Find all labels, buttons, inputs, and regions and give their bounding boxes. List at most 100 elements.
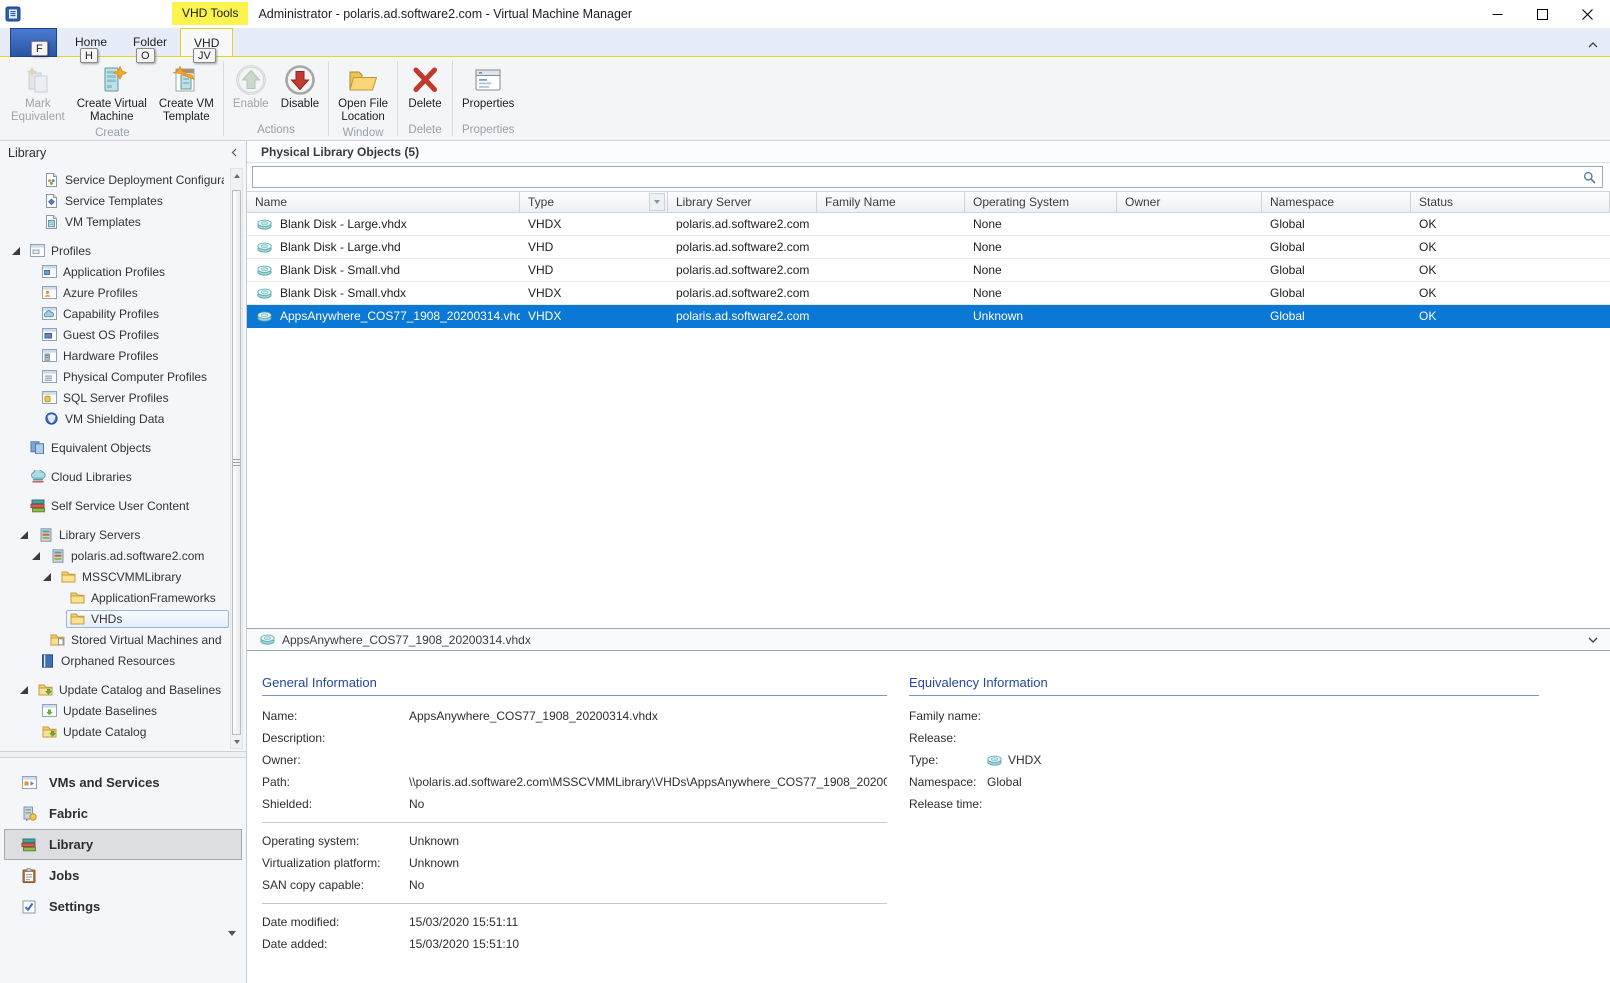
tree-item-equivalent-objects[interactable]: Equivalent Objects <box>0 437 246 458</box>
ribbon-group-create: MarkEquivalentCreate VirtualMachineCreat… <box>4 58 221 140</box>
cell-name: Blank Disk - Small.vhd <box>247 259 520 281</box>
search-input[interactable] <box>252 166 1603 188</box>
tree-item-update-catalog-and-baselines[interactable]: Update Catalog and Baselines <box>0 679 246 700</box>
table-row[interactable]: AppsAnywhere_COS77_1908_20200314.vhdxVHD… <box>247 305 1610 328</box>
nav-item-label: VMs and Services <box>49 775 160 790</box>
tree-item-physical-computer-profiles[interactable]: Physical Computer Profiles <box>0 366 246 387</box>
nav-item-jobs[interactable]: Jobs <box>4 860 242 891</box>
scrollbar-thumb[interactable] <box>232 190 241 735</box>
app-icon[interactable] <box>5 6 21 22</box>
column-header-operating-system[interactable]: Operating System <box>965 192 1117 212</box>
nav-item-settings[interactable]: Settings <box>4 891 242 922</box>
column-header-name[interactable]: Name <box>247 192 520 212</box>
collapse-sidebar-icon[interactable] <box>231 148 237 157</box>
physical-computer-profiles-icon <box>41 370 58 384</box>
mark-equivalent-icon <box>21 61 55 98</box>
tree-item-msscvmmlibrary[interactable]: MSSCVMMLibrary <box>0 566 246 587</box>
field-value: Unknown <box>409 856 887 870</box>
tree-item-hardware-profiles[interactable]: Hardware Profiles <box>0 345 246 366</box>
tree-item-label: SQL Server Profiles <box>63 391 169 405</box>
sidebar-splitter[interactable] <box>0 751 246 758</box>
search-icon[interactable] <box>1583 171 1596 184</box>
minimize-button[interactable] <box>1475 0 1520 28</box>
maximize-button[interactable] <box>1520 0 1565 28</box>
disable-button[interactable]: Disable <box>276 59 324 113</box>
cell-library-server: polaris.ad.software2.com <box>668 282 817 304</box>
expanded-arrow-icon[interactable] <box>32 552 40 560</box>
tree-item-azure-profiles[interactable]: Azure Profiles <box>0 282 246 303</box>
create-virtual-machine-button[interactable]: Create VirtualMachine <box>72 59 152 126</box>
tree-item-label: Profiles <box>51 244 91 258</box>
table-row[interactable]: Blank Disk - Small.vhdxVHDXpolaris.ad.so… <box>247 282 1610 305</box>
tree-item-orphaned-resources[interactable]: Orphaned Resources <box>0 650 246 671</box>
cell-library-server: polaris.ad.software2.com <box>668 213 817 235</box>
scrollbar-track[interactable] <box>231 182 242 190</box>
tree-item-sql-server-profiles[interactable]: SQL Server Profiles <box>0 387 246 408</box>
table-row[interactable]: Blank Disk - Large.vhdVHDpolaris.ad.soft… <box>247 236 1610 259</box>
nav-item-label: Library <box>49 837 93 852</box>
tree-item-update-baselines[interactable]: Update Baselines <box>0 700 246 721</box>
cell-owner <box>1117 282 1262 304</box>
tree-item-application-profiles[interactable]: Application Profiles <box>0 261 246 282</box>
tree-item-vm-templates[interactable]: VM Templates <box>0 211 246 232</box>
cell-namespace: Global <box>1262 259 1411 281</box>
guest-os-profiles-icon <box>41 328 58 342</box>
nav-item-fabric[interactable]: Fabric <box>4 798 242 829</box>
column-header-family-name[interactable]: Family Name <box>817 192 965 212</box>
scroll-up-icon[interactable] <box>231 169 242 182</box>
list-title: Physical Library Objects (5) <box>247 141 1610 163</box>
expanded-arrow-icon[interactable] <box>12 247 20 255</box>
nav-item-library[interactable]: Library <box>4 829 242 860</box>
workspace-overflow-icon[interactable] <box>228 931 236 936</box>
field-label: Operating system: <box>262 834 409 848</box>
column-header-type[interactable]: Type <box>520 192 668 212</box>
azure-profiles-icon <box>41 286 58 300</box>
tree-item-applicationframeworks[interactable]: ApplicationFrameworks <box>0 587 246 608</box>
properties-button[interactable]: Properties <box>457 59 519 113</box>
filter-dropdown-icon[interactable] <box>649 193 665 211</box>
expanded-arrow-icon[interactable] <box>43 573 51 581</box>
tree-item-service-templates[interactable]: Service Templates <box>0 190 246 211</box>
table-row[interactable]: Blank Disk - Large.vhdxVHDXpolaris.ad.so… <box>247 213 1610 236</box>
tree-item-library-servers[interactable]: Library Servers <box>0 524 246 545</box>
create-vm-template-button[interactable]: Create VMTemplate <box>154 59 219 126</box>
cell-namespace: Global <box>1262 236 1411 258</box>
tree-item-vhds[interactable]: VHDs <box>0 608 246 629</box>
open-file-location-button[interactable]: Open FileLocation <box>333 59 393 126</box>
close-button[interactable] <box>1565 0 1610 28</box>
properties-icon <box>471 61 505 98</box>
tree-item-update-catalog[interactable]: Update Catalog <box>0 721 246 742</box>
column-header-namespace[interactable]: Namespace <box>1262 192 1411 212</box>
tree-item-service-deployment-configuratio[interactable]: Service Deployment Configuratio <box>0 169 246 190</box>
tree-item-vm-shielding-data[interactable]: VM Shielding Data <box>0 408 246 429</box>
enable-button: Enable <box>228 59 274 113</box>
search-row <box>247 163 1610 191</box>
scroll-down-icon[interactable] <box>231 735 242 748</box>
column-header-owner[interactable]: Owner <box>1117 192 1262 212</box>
column-header-status[interactable]: Status <box>1411 192 1610 212</box>
cell-family-name <box>817 236 965 258</box>
tree-item-capability-profiles[interactable]: Capability Profiles <box>0 303 246 324</box>
nav-item-vms-and-services[interactable]: VMs and Services <box>4 767 242 798</box>
workspace-overflow <box>0 922 246 944</box>
ribbon-group-divider <box>452 61 453 136</box>
tree-item-guest-os-profiles[interactable]: Guest OS Profiles <box>0 324 246 345</box>
column-header-library-server[interactable]: Library Server <box>668 192 817 212</box>
tree-scrollbar[interactable] <box>230 168 243 749</box>
chevron-down-icon[interactable] <box>1588 637 1598 643</box>
delete-button[interactable]: Delete <box>402 59 448 113</box>
tree-item-polaris-ad-software2-com[interactable]: polaris.ad.software2.com <box>0 545 246 566</box>
tree-item-stored-virtual-machines-and-se[interactable]: Stored Virtual Machines and Se <box>0 629 246 650</box>
expanded-arrow-icon[interactable] <box>20 531 28 539</box>
field-label: Release time: <box>909 797 987 811</box>
nav-item-label: Settings <box>49 899 100 914</box>
tree-item-self-service-user-content[interactable]: Self Service User Content <box>0 495 246 516</box>
collapse-ribbon-icon[interactable] <box>1588 37 1598 51</box>
cell-family-name <box>817 282 965 304</box>
expanded-arrow-icon[interactable] <box>20 686 28 694</box>
table-row[interactable]: Blank Disk - Small.vhdVHDpolaris.ad.soft… <box>247 259 1610 282</box>
tree-item-profiles[interactable]: Profiles <box>0 240 246 261</box>
detail-field-release: Release: <box>909 727 1539 749</box>
tree-item-cloud-libraries[interactable]: Cloud Libraries <box>0 466 246 487</box>
cell-status: OK <box>1411 305 1610 327</box>
